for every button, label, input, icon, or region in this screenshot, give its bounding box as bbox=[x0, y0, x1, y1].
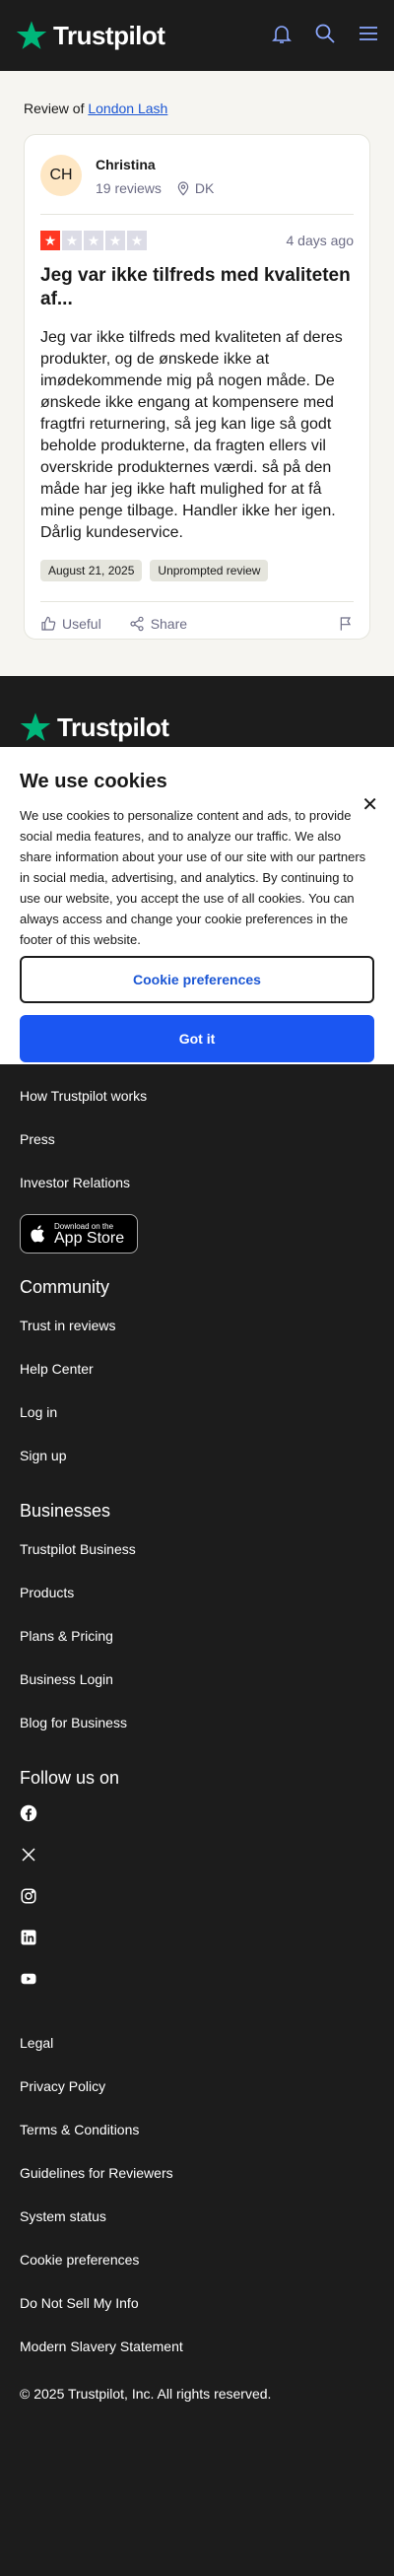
footer-link-products[interactable]: Products bbox=[0, 1571, 394, 1614]
footer-link-investor-relations[interactable]: Investor Relations bbox=[0, 1161, 394, 1204]
trustpilot-star-icon bbox=[20, 712, 51, 741]
footer-link-blog-for-business[interactable]: Blog for Business bbox=[0, 1701, 394, 1744]
company-link[interactable]: London Lash bbox=[88, 101, 167, 116]
footer-link-business-login[interactable]: Business Login bbox=[0, 1658, 394, 1701]
review-actions: Useful Share bbox=[40, 601, 354, 632]
footer-link-cookie-preferences[interactable]: Cookie preferences bbox=[0, 2238, 394, 2281]
star-icon: ★ bbox=[62, 231, 82, 250]
location-pin-icon bbox=[177, 181, 189, 196]
reviewer-country: DK bbox=[175, 180, 214, 196]
star-icon: ★ bbox=[84, 231, 103, 250]
star-icon: ★ bbox=[105, 231, 125, 250]
review-of-prefix: Review of bbox=[24, 101, 85, 116]
accept-cookies-button[interactable]: Got it bbox=[20, 1015, 374, 1062]
footer-link-trust-in-reviews[interactable]: Trust in reviews bbox=[0, 1304, 394, 1347]
trustpilot-logo[interactable]: Trustpilot bbox=[16, 20, 165, 51]
copyright: © 2025 Trustpilot, Inc. All rights reser… bbox=[20, 2386, 272, 2402]
star-rating: ★ ★ ★ ★ ★ bbox=[40, 231, 147, 250]
businesses-heading: Businesses bbox=[20, 1501, 111, 1521]
star-icon: ★ bbox=[40, 231, 60, 250]
cookie-text: We use cookies to personalize content an… bbox=[20, 808, 366, 947]
close-icon[interactable]: ✕ bbox=[361, 792, 378, 817]
trustpilot-star-icon bbox=[16, 21, 47, 49]
logo-text: Trustpilot bbox=[53, 20, 165, 50]
footer-link-terms-conditions[interactable]: Terms & Conditions bbox=[0, 2108, 394, 2151]
search-icon[interactable] bbox=[313, 22, 337, 45]
thumbs-up-icon bbox=[41, 616, 56, 631]
review-of: Review of London Lash bbox=[24, 71, 370, 134]
review-body: Jeg var ikke tilfreds med kvaliteten af … bbox=[40, 329, 343, 541]
instagram-icon[interactable] bbox=[0, 1877, 394, 1919]
footer-link-trustpilot-business[interactable]: Trustpilot Business bbox=[0, 1527, 394, 1571]
footer-link-plans-pricing[interactable]: Plans & Pricing bbox=[0, 1614, 394, 1658]
footer-link-legal[interactable]: Legal bbox=[0, 2021, 394, 2065]
useful-button[interactable]: Useful bbox=[40, 616, 101, 632]
review-card: CH Christina 19 reviews DK ★ ★ ★ ★ ★ 4 days … bbox=[24, 134, 370, 640]
footer-link-privacy-policy[interactable]: Privacy Policy bbox=[0, 2065, 394, 2108]
useful-label: Useful bbox=[62, 616, 101, 632]
review-date: 4 days ago bbox=[286, 233, 355, 248]
date-of-experience-tag: August 21, 2025 bbox=[40, 560, 143, 581]
footer-link-modern-slavery-statement[interactable]: Modern Slavery Statement bbox=[0, 2325, 394, 2368]
footer-link-sign-up[interactable]: Sign up bbox=[0, 1434, 394, 1477]
footer-logo-text: Trustpilot bbox=[57, 712, 169, 742]
review-title[interactable]: Jeg var ikke tilfreds med kvaliteten af.… bbox=[40, 264, 354, 311]
country-code: DK bbox=[194, 180, 215, 196]
unprompted-review-tag[interactable]: Unprompted review bbox=[150, 560, 269, 581]
footer-link-log-in[interactable]: Log in bbox=[0, 1390, 394, 1434]
report-flag-icon[interactable] bbox=[338, 616, 354, 635]
cookie-banner: We use cookies ✕ We use cookies to perso… bbox=[0, 747, 394, 1064]
reviewer-name[interactable]: Christina bbox=[96, 157, 214, 172]
facebook-icon[interactable] bbox=[0, 1795, 394, 1836]
app-store-button[interactable]: Download on the App Store bbox=[20, 1214, 138, 1254]
footer-link-press[interactable]: Press bbox=[0, 1118, 394, 1161]
cookie-preferences-button[interactable]: Cookie preferences bbox=[20, 956, 374, 1003]
youtube-icon[interactable] bbox=[0, 1960, 394, 2001]
x-icon[interactable] bbox=[0, 1836, 394, 1877]
linkedin-icon[interactable] bbox=[0, 1919, 394, 1960]
app-store-big-text: App Store bbox=[54, 1229, 125, 1247]
bell-icon[interactable] bbox=[270, 22, 294, 45]
community-heading: Community bbox=[20, 1277, 110, 1297]
cookie-title: We use cookies bbox=[20, 771, 167, 792]
share-button[interactable]: Share bbox=[129, 616, 187, 632]
footer-link-do-not-sell-my-info[interactable]: Do Not Sell My Info bbox=[0, 2281, 394, 2325]
share-icon bbox=[130, 616, 144, 632]
footer-logo[interactable]: Trustpilot bbox=[0, 712, 394, 743]
share-label: Share bbox=[150, 616, 188, 632]
reviews-count: 19 reviews bbox=[96, 180, 162, 196]
review-page: Review of London Lash CH Christina 19 re… bbox=[0, 71, 394, 676]
review-tags: August 21, 2025 Unprompted review bbox=[40, 560, 354, 581]
footer-link-help-center[interactable]: Help Center bbox=[0, 1347, 394, 1390]
footer-link-guidelines-for-reviewers[interactable]: Guidelines for Reviewers bbox=[0, 2151, 394, 2195]
apple-icon bbox=[31, 1225, 45, 1243]
avatar[interactable]: CH bbox=[40, 155, 82, 196]
footer-link-system-status[interactable]: System status bbox=[0, 2195, 394, 2238]
top-header: Trustpilot bbox=[0, 0, 394, 71]
follow-us-heading: Follow us on bbox=[20, 1768, 120, 1788]
star-icon: ★ bbox=[127, 231, 147, 250]
menu-icon[interactable] bbox=[357, 22, 380, 45]
footer-link-how-trustpilot-works[interactable]: How Trustpilot works bbox=[0, 1074, 394, 1118]
reviewer-info: CH Christina 19 reviews DK bbox=[40, 155, 354, 215]
